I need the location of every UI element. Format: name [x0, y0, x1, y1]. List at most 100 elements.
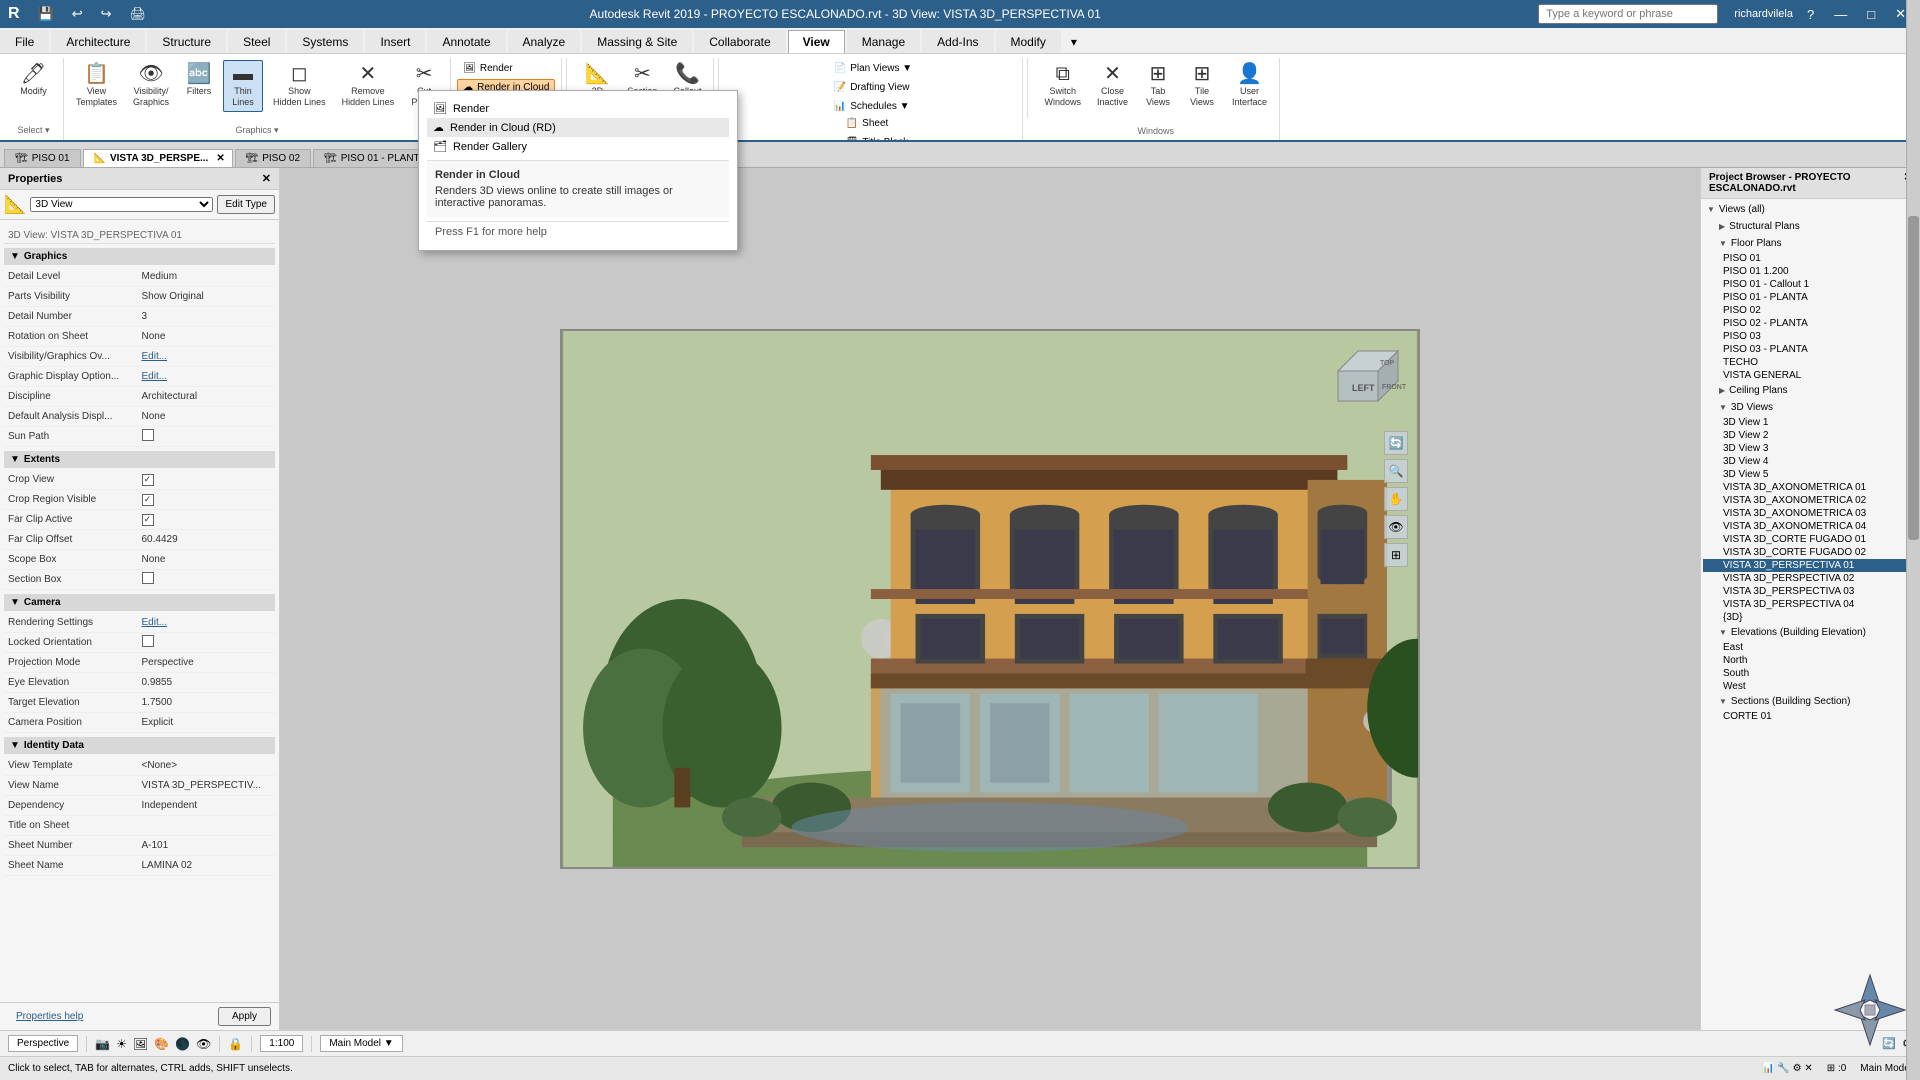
pb-perspectiva03[interactable]: VISTA 3D_PERSPECTIVA 03	[1703, 585, 1918, 598]
edit-type-btn[interactable]: Edit Type	[217, 195, 275, 214]
pb-3dview2[interactable]: 3D View 2	[1703, 429, 1918, 442]
pb-axo03[interactable]: VISTA 3D_AXONOMETRICA 03	[1703, 507, 1918, 520]
pb-piso03[interactable]: PISO 03	[1703, 330, 1918, 343]
filters-btn[interactable]: 🔤 Filters	[179, 60, 219, 101]
zoom-btn[interactable]: 🔍	[1384, 459, 1408, 483]
properties-help-link[interactable]: Properties help	[8, 1007, 91, 1026]
workset-btn[interactable]: Main Model ▼	[320, 1035, 402, 1052]
section-box-checkbox[interactable]	[142, 572, 154, 584]
tab-addins[interactable]: Add-Ins	[922, 30, 993, 53]
switch-windows-btn[interactable]: ⧉ SwitchWindows	[1038, 60, 1087, 112]
zoom-fit-btn[interactable]: ⊞	[1384, 543, 1408, 567]
crop-region-checkbox[interactable]	[142, 494, 154, 506]
pb-3d-views[interactable]: ▼ 3D Views	[1703, 399, 1918, 416]
pb-east[interactable]: East	[1703, 641, 1918, 654]
pb-piso01[interactable]: PISO 01	[1703, 252, 1918, 265]
pb-content[interactable]: ▼ Views (all) ▶ Structural Plans ▼ Floor	[1701, 199, 1920, 1030]
tab-modify[interactable]: Modify	[996, 30, 1061, 53]
tab-file[interactable]: File	[0, 30, 49, 53]
look-btn[interactable]: 👁	[1384, 515, 1408, 539]
camera-section[interactable]: ▼ Camera	[4, 594, 275, 611]
extents-section[interactable]: ▼ Extents	[4, 451, 275, 468]
tile-views-btn[interactable]: ⊞ TileViews	[1182, 60, 1222, 112]
properties-apply-btn[interactable]: Apply	[218, 1007, 271, 1026]
orbit-btn[interactable]: 🔄	[1384, 431, 1408, 455]
undo-btn[interactable]: ↩	[66, 4, 89, 24]
modify-btn[interactable]: 🖊 Modify	[14, 60, 54, 101]
pb-corte-fug01[interactable]: VISTA 3D_CORTE FUGADO 01	[1703, 533, 1918, 546]
close-inactive-btn[interactable]: ✕ CloseInactive	[1091, 60, 1134, 112]
bt-camera-icon[interactable]: 📷	[95, 1037, 110, 1051]
drafting-view-btn[interactable]: 📝 Drafting View	[828, 79, 918, 96]
pb-3dview1[interactable]: 3D View 1	[1703, 416, 1918, 429]
view-cube[interactable]: LEFT TOP FRONT	[1328, 341, 1408, 421]
pb-piso01-1200[interactable]: PISO 01 1.200	[1703, 265, 1918, 278]
vis-graphics-edit-btn[interactable]: Edit...	[138, 351, 272, 362]
schedules-btn[interactable]: 📊 Schedules ▼	[828, 98, 918, 115]
view-tab-close-btn[interactable]: ✕	[216, 153, 224, 164]
pb-piso02-planta[interactable]: PISO 02 - PLANTA	[1703, 317, 1918, 330]
pb-corte-fug02[interactable]: VISTA 3D_CORTE FUGADO 02	[1703, 546, 1918, 559]
bt-visual-icon[interactable]: 🎨	[154, 1037, 169, 1051]
bt-sun-icon[interactable]: ☀	[116, 1037, 127, 1051]
tab-views-btn[interactable]: ⊞ TabViews	[1138, 60, 1178, 112]
locked-orient-checkbox[interactable]	[142, 635, 154, 647]
render-btn[interactable]: 🖼 Render	[457, 60, 555, 77]
pb-3dview3[interactable]: 3D View 3	[1703, 442, 1918, 455]
title-block-btn[interactable]: 🗒 Title Block	[840, 134, 914, 142]
view-tab-piso02[interactable]: 🏗 PISO 02	[235, 149, 312, 167]
pb-piso01-planta[interactable]: PISO 01 - PLANTA	[1703, 291, 1918, 304]
view-tab-piso01[interactable]: 🏗 PISO 01	[4, 149, 81, 167]
type-selector[interactable]: 3D View	[30, 197, 213, 212]
sheet-btn[interactable]: 📋 Sheet	[840, 115, 914, 132]
pb-north[interactable]: North	[1703, 654, 1918, 667]
pb-west[interactable]: West	[1703, 680, 1918, 693]
plan-views-btn[interactable]: 📄 Plan Views ▼	[828, 60, 918, 77]
tab-insert[interactable]: Insert	[365, 30, 425, 53]
identity-section[interactable]: ▼ Identity Data	[4, 737, 275, 754]
graphics-section[interactable]: ▼ Graphics	[4, 248, 275, 265]
remove-hidden-lines-btn[interactable]: ✕ RemoveHidden Lines	[336, 60, 401, 112]
print-btn[interactable]: 🖨	[124, 4, 153, 24]
scale-btn[interactable]: 1:100	[260, 1035, 303, 1052]
rendering-settings-btn[interactable]: Edit...	[138, 617, 272, 628]
pb-perspectiva02[interactable]: VISTA 3D_PERSPECTIVA 02	[1703, 572, 1918, 585]
pb-piso01-callout[interactable]: PISO 01 - Callout 1	[1703, 278, 1918, 291]
pb-sections[interactable]: ▼ Sections (Building Section)	[1703, 693, 1918, 710]
pb-ceiling-plans[interactable]: ▶ Ceiling Plans	[1703, 382, 1918, 399]
pb-south[interactable]: South	[1703, 667, 1918, 680]
canvas-area[interactable]: LEFT TOP FRONT 🔄 🔍 ✋ 👁 ⊞	[280, 168, 1700, 1030]
pb-3d-default[interactable]: {3D}	[1703, 611, 1918, 624]
save-btn[interactable]: 💾	[32, 4, 60, 24]
sun-path-checkbox[interactable]	[142, 429, 154, 441]
pb-techo[interactable]: TECHO	[1703, 356, 1918, 369]
dropdown-render[interactable]: 🖼 Render	[427, 99, 729, 118]
ribbon-expand-btn[interactable]: ▾	[1067, 31, 1081, 53]
tab-massing[interactable]: Massing & Site	[582, 30, 692, 53]
pb-axo04[interactable]: VISTA 3D_AXONOMETRICA 04	[1703, 520, 1918, 533]
maximize-btn[interactable]: □	[1861, 5, 1881, 24]
pb-views-all[interactable]: ▼ Views (all)	[1703, 201, 1918, 218]
perspective-btn[interactable]: Perspective	[8, 1035, 78, 1052]
far-clip-checkbox[interactable]	[142, 514, 154, 526]
pb-elevations[interactable]: ▼ Elevations (Building Elevation)	[1703, 624, 1918, 641]
graphic-display-edit-btn[interactable]: Edit...	[138, 371, 272, 382]
pb-floor-plans[interactable]: ▼ Floor Plans	[1703, 235, 1918, 252]
view-tab-vista3d[interactable]: 📐 VISTA 3D_PERSPE... ✕	[83, 149, 233, 167]
tab-steel[interactable]: Steel	[228, 30, 285, 53]
search-input[interactable]	[1538, 4, 1718, 24]
tab-view[interactable]: View	[788, 30, 845, 53]
view-templates-btn[interactable]: 📋 ViewTemplates	[70, 60, 123, 112]
pb-axo02[interactable]: VISTA 3D_AXONOMETRICA 02	[1703, 494, 1918, 507]
pb-corte01[interactable]: CORTE 01	[1703, 710, 1918, 723]
pb-axo01[interactable]: VISTA 3D_AXONOMETRICA 01	[1703, 481, 1918, 494]
dropdown-render-cloud[interactable]: ☁ Render in Cloud (RD)	[427, 118, 729, 137]
pb-piso02[interactable]: PISO 02	[1703, 304, 1918, 317]
help-btn[interactable]: ?	[1801, 5, 1820, 24]
redo-btn[interactable]: ↪	[95, 4, 118, 24]
user-interface-btn[interactable]: 👤 UserInterface	[1226, 60, 1273, 112]
thin-lines-btn[interactable]: ▬ ThinLines	[223, 60, 263, 112]
pan-btn[interactable]: ✋	[1384, 487, 1408, 511]
tab-structure[interactable]: Structure	[147, 30, 226, 53]
pb-vista-general[interactable]: VISTA GENERAL	[1703, 369, 1918, 382]
